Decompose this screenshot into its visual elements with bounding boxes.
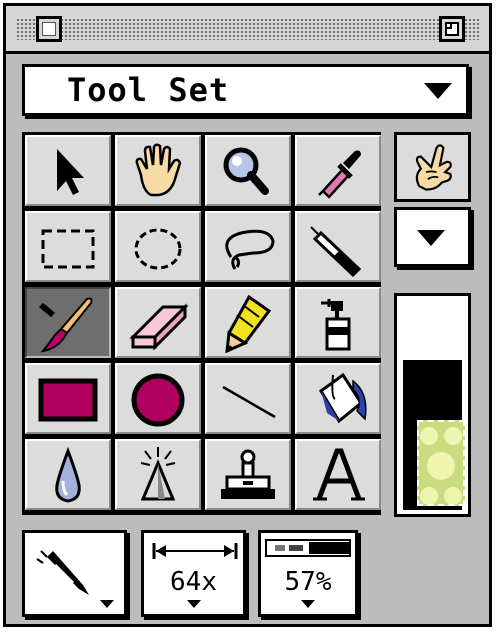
size-button[interactable]: 64x <box>141 530 246 617</box>
pointing-hand-icon <box>415 144 452 191</box>
spotlight-icon <box>140 446 176 500</box>
chevron-down-icon <box>424 83 452 99</box>
opacity-value: 57% <box>284 567 332 597</box>
tool-set-popup[interactable]: Tool Set <box>22 64 469 116</box>
tool-text[interactable] <box>295 439 381 510</box>
eyedropper-icon <box>318 150 361 199</box>
tool-grid <box>22 132 381 515</box>
pattern-swatch <box>420 427 462 505</box>
tool-lasso[interactable] <box>205 211 291 282</box>
tool-paint-bucket[interactable] <box>295 363 381 434</box>
tool-eraser[interactable] <box>115 287 201 358</box>
width-arrows-icon <box>152 543 238 559</box>
lasso-icon <box>225 229 275 270</box>
foreground-color[interactable] <box>417 420 465 506</box>
hand-pointer-button[interactable] <box>394 132 471 202</box>
tool-line[interactable] <box>205 363 291 434</box>
tool-syringe[interactable] <box>295 211 381 282</box>
tool-set-label: Tool Set <box>67 71 230 109</box>
syringe-icon <box>310 225 362 277</box>
ellipse-marquee-icon <box>134 228 182 269</box>
chevron-down-icon <box>417 230 445 246</box>
paintbrush-icon <box>39 297 93 352</box>
tool-filled-oval[interactable] <box>115 363 201 434</box>
chevron-down-icon <box>186 600 201 608</box>
tool-filled-rect[interactable] <box>25 363 111 434</box>
pencil-icon <box>225 294 272 353</box>
text-icon <box>313 448 365 500</box>
magnifier-icon <box>223 147 269 195</box>
zoom-box[interactable] <box>439 16 465 42</box>
arrow-icon <box>57 148 84 195</box>
title-bar[interactable] <box>6 6 489 54</box>
tool-light[interactable] <box>115 439 201 510</box>
opacity-gradient-icon <box>265 539 351 557</box>
tool-rect-marquee[interactable] <box>25 211 111 282</box>
color-swatches[interactable] <box>394 293 471 517</box>
stamp-icon <box>221 449 275 499</box>
title-stripes <box>16 18 479 40</box>
chevron-down-icon <box>100 600 114 608</box>
chevron-down-icon <box>301 600 315 608</box>
paint-bucket-icon <box>319 372 367 423</box>
brush-icon <box>36 550 89 595</box>
tool-ellipse-marquee[interactable] <box>115 211 201 282</box>
tool-stamp[interactable] <box>205 439 291 510</box>
hand-icon <box>135 142 182 196</box>
size-value: 64x <box>170 567 217 597</box>
filled-oval-icon <box>131 373 185 426</box>
eraser-icon <box>129 302 189 351</box>
line-icon <box>222 385 276 418</box>
spray-can-icon <box>321 298 351 350</box>
tool-spray[interactable] <box>295 287 381 358</box>
rect-marquee-icon <box>41 229 95 268</box>
tool-arrow[interactable] <box>25 135 111 206</box>
tool-pencil[interactable] <box>205 287 291 358</box>
opacity-button[interactable]: 57% <box>258 530 358 617</box>
filled-rect-icon <box>38 378 98 421</box>
tool-eyedropper[interactable] <box>295 135 381 206</box>
brush-shape-button[interactable] <box>22 530 127 617</box>
close-box[interactable] <box>36 16 62 42</box>
tool-paintbrush[interactable] <box>25 287 111 358</box>
tool-magnify[interactable] <box>205 135 291 206</box>
tool-hand[interactable] <box>115 135 201 206</box>
pattern-dropdown[interactable] <box>394 207 471 267</box>
tool-water-drop[interactable] <box>25 439 111 510</box>
water-drop-icon <box>55 446 81 503</box>
